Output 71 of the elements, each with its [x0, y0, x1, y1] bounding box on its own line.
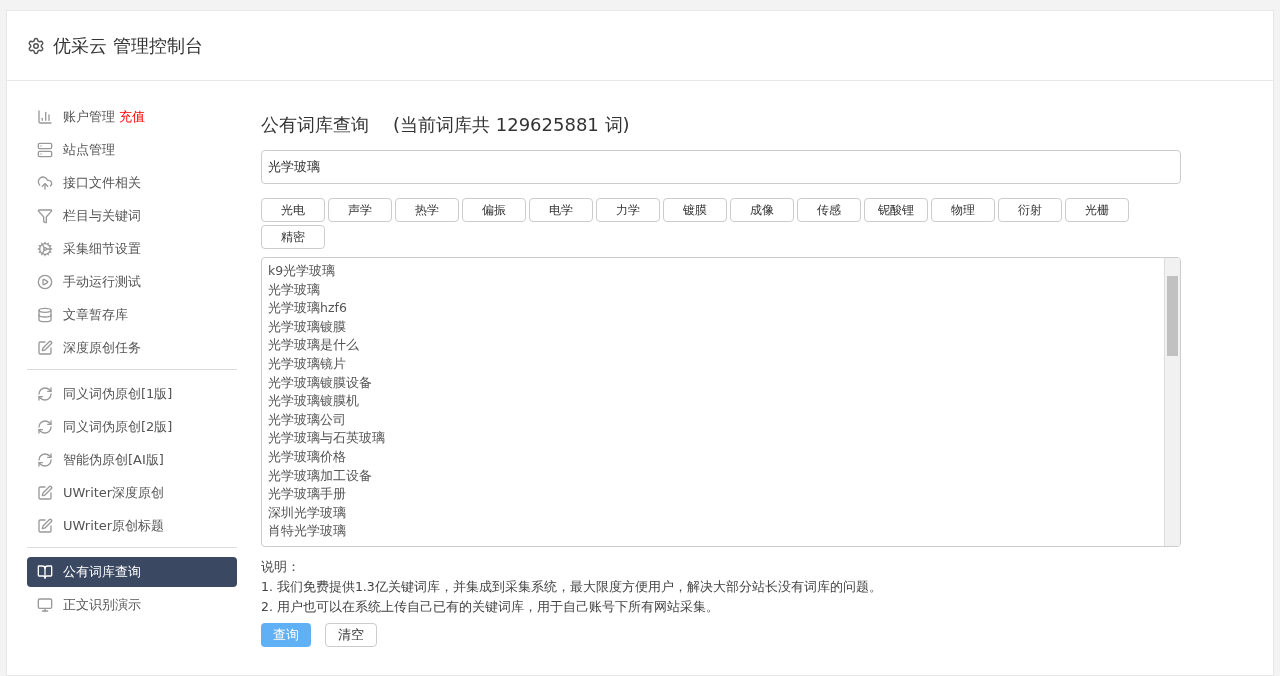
- tag-button[interactable]: 传感: [797, 198, 861, 222]
- word-count: (当前词库共 129625881 词): [393, 113, 630, 137]
- note-text: 2. 用户也可以在系统上传自己已有的关键词库，用于自己账号下所有网站采集。: [261, 598, 720, 616]
- notes-title: 说明：: [261, 558, 301, 576]
- sidebar-item[interactable]: 深度原创任务: [27, 333, 237, 363]
- tag-button[interactable]: 精密: [261, 225, 325, 249]
- edit-icon: [37, 485, 53, 501]
- scrollbar[interactable]: [1164, 258, 1180, 546]
- cloud-upload-icon: [37, 175, 53, 191]
- tag-button[interactable]: 光电: [261, 198, 325, 222]
- result-item[interactable]: 光学玻璃与石英玻璃: [268, 429, 1158, 448]
- result-item[interactable]: 光学玻璃镀膜机: [268, 392, 1158, 411]
- edit-icon: [37, 340, 53, 356]
- page-title: 公有词库查询: [261, 113, 369, 137]
- result-item[interactable]: k9光学玻璃: [268, 262, 1158, 281]
- sidebar-item[interactable]: 公有词库查询: [27, 557, 237, 587]
- results-list[interactable]: k9光学玻璃 光学玻璃 光学玻璃hzf6 光学玻璃镀膜 光学玻璃是什么 光学玻璃镜片 光学玻璃镀膜设备 光学玻璃镀膜机 光学玻璃公司 光学玻璃与石英玻璃 光学玻璃价格 光学玻璃加工设备 光学玻璃手册 深圳光学玻璃 肖特光学玻璃: [261, 257, 1181, 547]
- tag-button[interactable]: 物理: [931, 198, 995, 222]
- sidebar-item[interactable]: 智能伪原创[AI版]: [27, 445, 237, 475]
- result-item[interactable]: 光学玻璃手册: [268, 485, 1158, 504]
- app-title: 优采云 管理控制台: [53, 34, 203, 58]
- sidebar-item[interactable]: 文章暂存库: [27, 300, 237, 330]
- result-item[interactable]: 光学玻璃价格: [268, 447, 1158, 467]
- sidebar-item[interactable]: 手动运行测试: [27, 267, 237, 297]
- sidebar-item[interactable]: 采集细节设置: [27, 234, 237, 264]
- recharge-link[interactable]: 充值: [119, 107, 145, 127]
- gears-icon: [37, 241, 53, 257]
- server-icon: [37, 142, 53, 158]
- tag-button[interactable]: 热学: [395, 198, 459, 222]
- play-icon: [37, 274, 53, 290]
- result-item[interactable]: 光学玻璃公司: [268, 410, 1158, 430]
- refresh-icon: [37, 419, 53, 435]
- tag-button[interactable]: 铌酸锂: [864, 198, 928, 222]
- filter-icon: [37, 208, 53, 224]
- result-item[interactable]: 肖特光学玻璃: [268, 522, 1158, 541]
- result-item[interactable]: 光学玻璃镀膜设备: [268, 373, 1158, 393]
- refresh-icon: [37, 452, 53, 468]
- note-text: 1. 我们免费提供1.3亿关键词库，并集成到采集系统，最大限度方便用户，解决大部分站长没有词库的问题。: [261, 578, 883, 596]
- sidebar-item[interactable]: 同义词伪原创[2版]: [27, 412, 237, 442]
- sidebar-item[interactable]: 栏目与关键词: [27, 201, 237, 231]
- tag-button[interactable]: 声学: [328, 198, 392, 222]
- settings-icon: [27, 36, 45, 55]
- book-icon: [37, 564, 53, 580]
- sidebar-item[interactable]: 接口文件相关: [27, 168, 237, 198]
- result-item[interactable]: 光学玻璃是什么: [268, 336, 1158, 355]
- tag-button[interactable]: 衍射: [998, 198, 1062, 222]
- result-item[interactable]: 深圳光学玻璃: [268, 503, 1158, 523]
- sidebar-item[interactable]: 同义词伪原创[1版]: [27, 379, 237, 409]
- tag-button[interactable]: 电学: [529, 198, 593, 222]
- edit-icon: [37, 518, 53, 534]
- tag-button[interactable]: 光栅: [1065, 198, 1129, 222]
- sidebar-item[interactable]: 正文识别演示: [27, 590, 237, 620]
- monitor-icon: [37, 597, 53, 613]
- result-item[interactable]: 光学玻璃镀膜: [268, 317, 1158, 337]
- tag-button[interactable]: 偏振: [462, 198, 526, 222]
- sidebar-item[interactable]: UWriter深度原创: [27, 478, 237, 508]
- sidebar-item[interactable]: 账户管理 充值: [27, 102, 237, 132]
- sidebar-item[interactable]: 站点管理: [27, 135, 237, 165]
- result-item[interactable]: 光学玻璃加工设备: [268, 466, 1158, 486]
- tag-button[interactable]: 镀膜: [663, 198, 727, 222]
- refresh-icon: [37, 386, 53, 402]
- database-icon: [37, 307, 53, 323]
- tag-button[interactable]: 力学: [596, 198, 660, 222]
- result-item[interactable]: 光学玻璃hzf6: [268, 299, 1158, 318]
- bar-chart-icon: [37, 109, 53, 125]
- clear-button[interactable]: 清空: [325, 623, 377, 647]
- tag-button[interactable]: 成像: [730, 198, 794, 222]
- result-item[interactable]: 光学玻璃镜片: [268, 354, 1158, 374]
- search-field[interactable]: 光学玻璃: [261, 150, 1181, 184]
- result-item[interactable]: 光学玻璃: [268, 280, 1158, 300]
- sidebar-item[interactable]: UWriter原创标题: [27, 511, 237, 541]
